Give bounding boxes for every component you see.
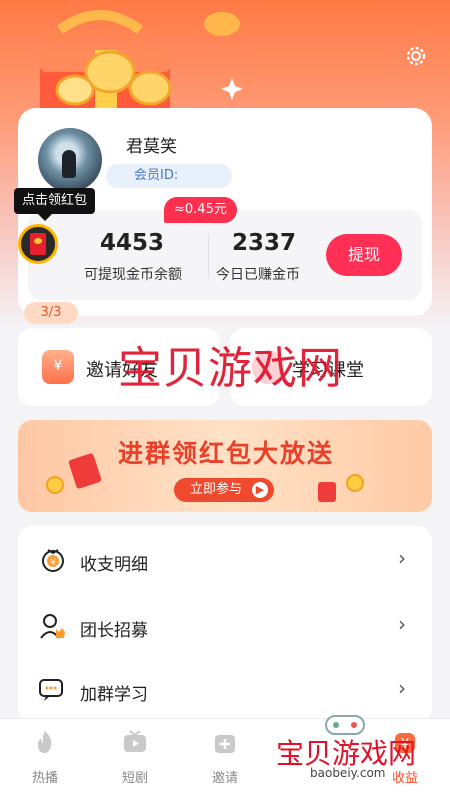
- tab-invite[interactable]: 邀请: [180, 729, 270, 786]
- tab-label: 热播: [31, 771, 58, 786]
- menu-list: ¥ 收支明细 › 团长招募 › 加群学习 ›: [18, 526, 432, 722]
- yen-wallet-icon: ¥: [42, 549, 64, 572]
- user-crown-icon: [40, 614, 65, 639]
- yen-cup-icon: ¥: [42, 350, 74, 384]
- chevron-right-icon: ›: [398, 612, 406, 636]
- join-now-button[interactable]: 立即参与 ▶: [174, 478, 274, 502]
- coin-icon: [346, 474, 364, 492]
- menu-item-leader-recruit[interactable]: 团长招募 ›: [18, 594, 432, 658]
- bonus-badge: ≈0.45元: [164, 197, 237, 223]
- join-group-banner[interactable]: 进群领红包大放送 立即参与 ▶: [18, 420, 432, 512]
- today-coins-value: 2337: [232, 230, 297, 256]
- tv-icon: [124, 730, 146, 752]
- stats-divider: [208, 234, 209, 278]
- menu-label: 加群学习: [80, 685, 148, 705]
- coins-balance-label: 可提现金币余额: [84, 267, 182, 283]
- redpacket-button[interactable]: [18, 224, 58, 264]
- red-envelope-icon: [68, 452, 102, 490]
- chat-icon: [39, 679, 63, 701]
- earnings-panel: ≈0.45元 4453 可提现金币余额 2337 今日已赚金币 提现: [28, 197, 422, 300]
- username: 君莫笑: [126, 137, 177, 157]
- site-logo-watermark: 宝贝游戏网 baobeiy.com: [276, 712, 426, 792]
- arrow-right-icon: ▶: [252, 482, 268, 498]
- red-envelope-icon: [318, 482, 336, 502]
- watermark-text: 宝贝游戏网: [118, 343, 343, 394]
- svg-text:¥: ¥: [50, 558, 56, 568]
- member-id-label: 会员ID:: [106, 164, 232, 188]
- withdraw-button[interactable]: 提现: [326, 234, 402, 276]
- chevron-right-icon: ›: [398, 676, 406, 700]
- red-envelope-icon: [30, 233, 46, 255]
- coin-icon: [46, 476, 64, 494]
- tab-label: 短剧: [121, 771, 148, 786]
- banner-title: 进群领红包大放送: [118, 439, 335, 468]
- gear-icon[interactable]: [404, 44, 428, 68]
- redpacket-counter: 3/3: [24, 302, 78, 324]
- today-coins-label: 今日已赚金币: [216, 267, 300, 283]
- tab-short-drama[interactable]: 短剧: [90, 729, 180, 786]
- menu-label: 收支明细: [80, 555, 148, 575]
- gift-icon: [215, 735, 235, 753]
- join-now-label: 立即参与: [190, 482, 243, 497]
- menu-label: 团长招募: [80, 621, 148, 641]
- flame-icon: [37, 731, 52, 753]
- chevron-right-icon: ›: [398, 546, 406, 570]
- tab-hot[interactable]: 热播: [0, 729, 90, 786]
- tab-label: 邀请: [211, 771, 238, 786]
- avatar[interactable]: [38, 128, 102, 192]
- logo-url: baobeiy.com: [304, 766, 392, 780]
- menu-item-transactions[interactable]: ¥ 收支明细 ›: [18, 528, 432, 592]
- coins-balance-value: 4453: [100, 230, 165, 256]
- redpacket-tooltip: 点击领红包: [14, 188, 96, 221]
